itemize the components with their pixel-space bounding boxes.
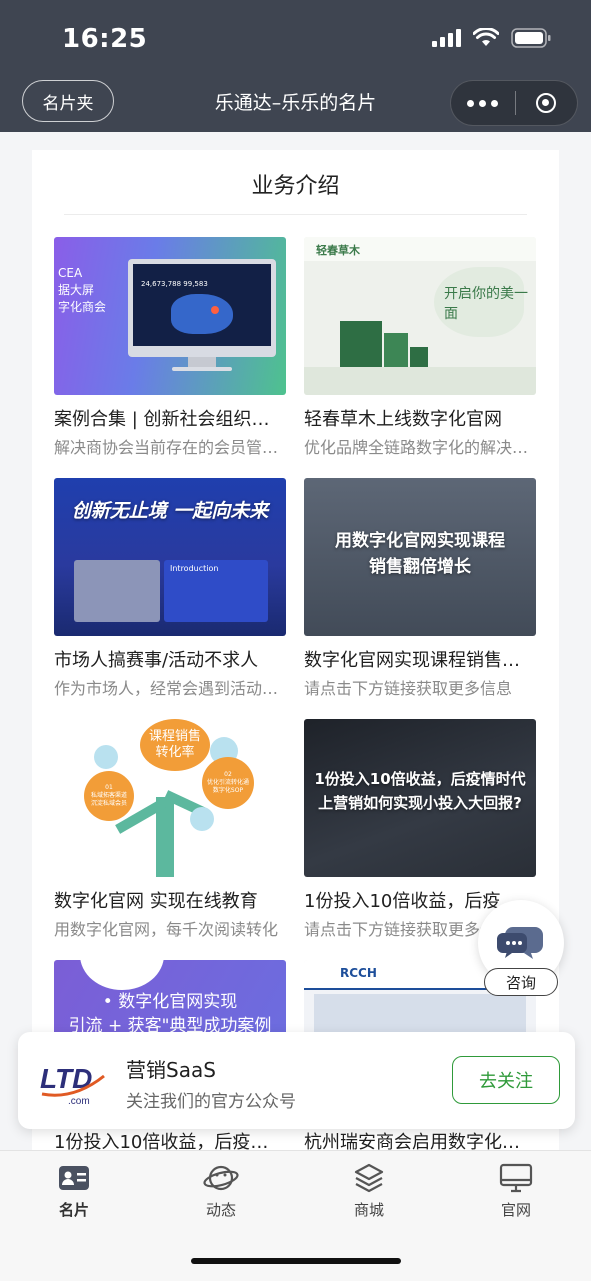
item-thumbnail: 课程销售 转化率 01 私域拓客渠道 沉淀私域会员 02 优化引流转化通 数字化… bbox=[54, 719, 286, 877]
status-time: 16:25 bbox=[62, 24, 148, 54]
thumb-caption: 轻春草木 bbox=[316, 244, 360, 257]
item-title: 数字化官网 实现在线教育 bbox=[54, 891, 258, 912]
thumb-caption: 课程销售 转化率 bbox=[148, 729, 201, 760]
mini-program-capsule bbox=[450, 80, 578, 126]
thumb-caption: RCCH bbox=[340, 966, 377, 980]
item-title: 1份投入10倍收益，后疫情时代 bbox=[54, 1132, 286, 1150]
item-thumbnail: 轻春草木 开启你的美一面 bbox=[304, 237, 536, 395]
item-desc: 请点击下方链接获取更多信息 bbox=[304, 679, 513, 698]
close-program-icon[interactable] bbox=[515, 81, 577, 125]
status-icons bbox=[432, 28, 551, 48]
list-item[interactable]: 用数字化官网实现课程 销售翻倍增长 数字化官网实现课程销售翻倍 请点击下方链接获… bbox=[304, 478, 536, 699]
thumb-subcaption: 02 优化引流转化通 数字化SOP bbox=[206, 771, 249, 794]
item-desc: 优化品牌全链路数字化的解决方案 bbox=[304, 438, 536, 457]
item-thumbnail: 1份投入10倍收益，后疫情时代 上营销如何实现小投入大回报? bbox=[304, 719, 536, 877]
thumb-caption: CEA 据大屏 字化商会 bbox=[58, 266, 107, 314]
item-title: 案例合集 | 创新社会组织数字化 bbox=[54, 409, 286, 430]
business-intro-card: 业务介绍 CEA 据大屏 字化商会 24,673,788 99,583 案例合集… bbox=[32, 150, 559, 1150]
thumb-caption: 1份投入10倍收益，后疫情时代 上营销如何实现小投入大回报? bbox=[314, 770, 526, 812]
thumb-subcaption: 开启你的美一面 bbox=[444, 286, 528, 322]
list-item[interactable]: 创新无止境 一起向未来 Introduction 市场人搞赛事/活动不求人 作为… bbox=[54, 478, 286, 699]
monitor-graphic: 24,673,788 99,583 bbox=[128, 259, 276, 371]
tab-card[interactable]: 名片 bbox=[24, 1161, 124, 1220]
logo-subtext: .com bbox=[68, 1096, 90, 1106]
home-indicator bbox=[191, 1258, 401, 1264]
tab-label: 名片 bbox=[58, 1201, 89, 1219]
item-desc: 用数字化官网，每千次阅读转化 bbox=[54, 920, 279, 939]
wifi-icon bbox=[473, 28, 499, 48]
item-thumbnail: CEA 据大屏 字化商会 24,673,788 99,583 bbox=[54, 237, 286, 395]
tab-label: 商城 bbox=[353, 1201, 384, 1219]
tab-label: 动态 bbox=[205, 1201, 236, 1219]
thumb-subcaption: Introduction bbox=[170, 564, 219, 573]
tab-website[interactable]: 官网 bbox=[466, 1161, 566, 1220]
planet-icon bbox=[171, 1161, 271, 1195]
consult-button[interactable]: 咨询 bbox=[478, 900, 564, 1000]
item-title: 杭州瑞安商会启用数字化官网 bbox=[304, 1132, 536, 1150]
list-item[interactable]: 课程销售 转化率 01 私域拓客渠道 沉淀私域会员 02 优化引流转化通 数字化… bbox=[54, 719, 286, 940]
top-bar: 16:25 名片夹 乐通达–乐乐的名片 bbox=[0, 0, 591, 132]
thumb-caption: 创新无止境 一起向未来 bbox=[71, 500, 269, 522]
monitor-icon bbox=[466, 1161, 566, 1195]
thumb-caption: • 数字化官网实现 引流 + 获客"典型成功案例 bbox=[68, 992, 272, 1036]
item-title: 数字化官网实现课程销售翻倍 bbox=[304, 650, 536, 671]
tab-label: 官网 bbox=[500, 1201, 531, 1219]
list-item[interactable]: 轻春草木 开启你的美一面 轻春草木上线数字化官网 优化品牌全链路数字化的解决方案 bbox=[304, 237, 536, 458]
section-title: 业务介绍 bbox=[251, 174, 340, 199]
thumb-subcaption: 01 私域拓客渠道 沉淀私域会员 bbox=[90, 784, 127, 807]
account-desc: 关注我们的官方公众号 bbox=[126, 1092, 296, 1112]
layers-icon bbox=[319, 1161, 419, 1195]
more-icon[interactable] bbox=[451, 81, 515, 125]
account-name: 营销SaaS bbox=[126, 1058, 216, 1082]
tab-dynamic[interactable]: 动态 bbox=[171, 1161, 271, 1220]
battery-icon bbox=[511, 28, 551, 48]
consult-label: 咨询 bbox=[484, 968, 558, 996]
follow-button[interactable]: 去关注 bbox=[452, 1056, 560, 1104]
signal-icon bbox=[432, 29, 461, 47]
thumb-numbers: 24,673,788 99,583 bbox=[141, 280, 208, 288]
page-title: 乐通达–乐乐的名片 bbox=[214, 92, 377, 114]
tab-mall[interactable]: 商城 bbox=[319, 1161, 419, 1220]
ltd-logo: LTD .com bbox=[38, 1058, 112, 1107]
item-title: 轻春草木上线数字化官网 bbox=[304, 409, 502, 430]
card-folder-button[interactable]: 名片夹 bbox=[22, 80, 114, 122]
thumb-caption: 用数字化官网实现课程 销售翻倍增长 bbox=[335, 531, 505, 577]
item-title: 市场人搞赛事/活动不求人 bbox=[54, 650, 259, 671]
item-thumbnail: 用数字化官网实现课程 销售翻倍增长 bbox=[304, 478, 536, 636]
list-item[interactable]: CEA 据大屏 字化商会 24,673,788 99,583 案例合集 | 创新… bbox=[54, 237, 286, 458]
section-divider bbox=[64, 214, 527, 215]
item-desc: 解决商协会当前存在的会员管理问题 bbox=[54, 438, 286, 457]
card-icon bbox=[24, 1161, 124, 1195]
item-thumbnail: 创新无止境 一起向未来 Introduction bbox=[54, 478, 286, 636]
follow-account-card: LTD .com 营销SaaS 关注我们的官方公众号 去关注 bbox=[18, 1032, 575, 1129]
nav-bar: 名片夹 乐通达–乐乐的名片 bbox=[0, 76, 591, 132]
item-desc: 作为市场人，经常会遇到活动难题 bbox=[54, 679, 286, 698]
